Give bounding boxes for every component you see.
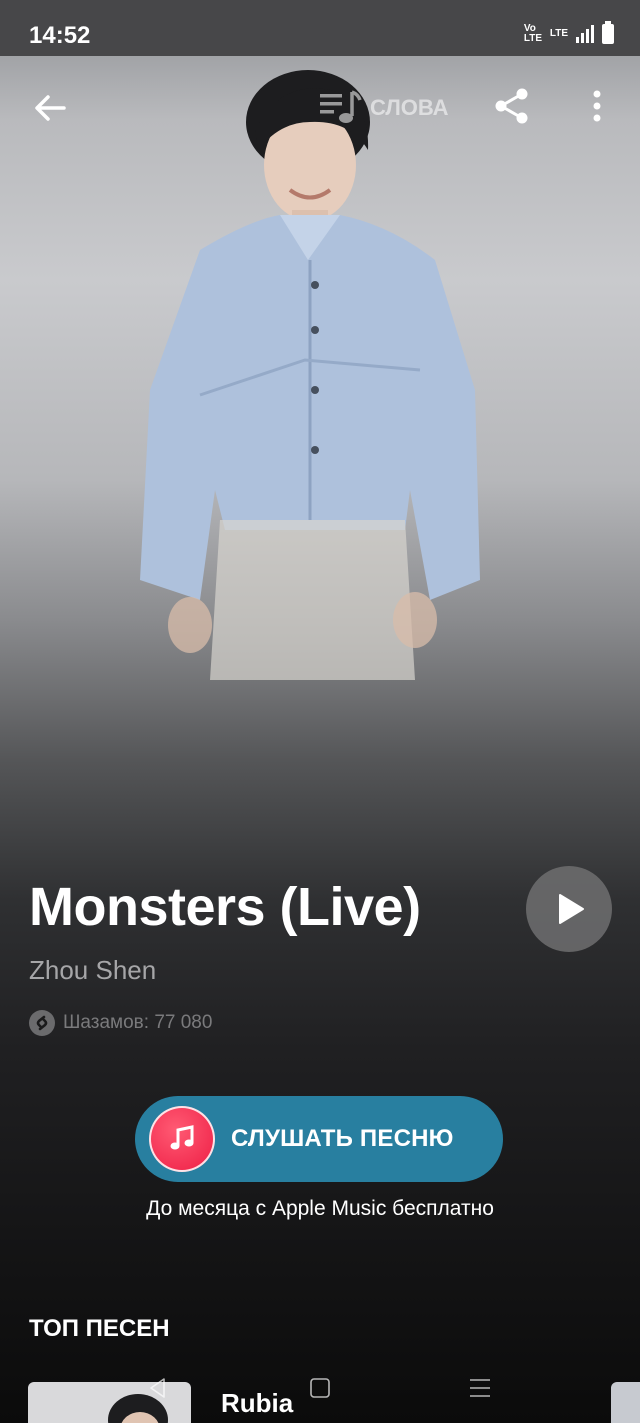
back-button[interactable] [30, 88, 70, 128]
apple-music-logo [149, 1106, 215, 1172]
system-nav-bar [0, 1360, 640, 1423]
back-arrow-icon [35, 95, 66, 121]
lyrics-icon [320, 90, 362, 123]
nav-home-icon [310, 1378, 330, 1398]
signal-icon [576, 25, 594, 43]
music-note-icon [170, 1125, 194, 1150]
shazam-count-text: Шазамов: 77 080 [63, 1012, 213, 1033]
status-time: 14:52 [29, 22, 91, 49]
top-songs-heading: ТОП ПЕСЕН [29, 1315, 170, 1342]
apple-music-offer: До месяца с Apple Music бесплатно [146, 1197, 494, 1220]
share-button[interactable] [492, 86, 532, 126]
lyrics-button[interactable]: СЛОВА [318, 86, 449, 130]
nav-menu-icon [470, 1379, 490, 1397]
shazam-icon [29, 1010, 55, 1036]
shazam-count: Шазамов: 77 080 [29, 1010, 212, 1036]
status-bar: 14:52 Vo LTE LTE [0, 0, 640, 56]
listen-song-label: СЛУШАТЬ ПЕСНЮ [231, 1125, 454, 1152]
nav-back-button[interactable] [138, 1368, 178, 1408]
artist-photo [140, 70, 480, 680]
share-icon [495, 88, 528, 124]
listen-song-button[interactable]: СЛУШАТЬ ПЕСНЮ [135, 1096, 503, 1182]
play-icon [559, 894, 584, 924]
nav-back-icon [150, 1378, 165, 1398]
volte-icon: Vo LTE [523, 23, 542, 44]
nav-menu-button[interactable] [460, 1368, 500, 1408]
artist-name[interactable]: Zhou Shen [29, 955, 156, 986]
track-title: Monsters (Live) [29, 877, 421, 937]
more-vert-icon [593, 90, 601, 122]
battery-icon [602, 21, 614, 44]
play-button[interactable] [526, 866, 612, 952]
nav-home-button[interactable] [300, 1368, 340, 1408]
top-action-bar: СЛОВА [0, 70, 640, 146]
more-options-button[interactable] [584, 86, 610, 126]
lyrics-label: СЛОВА [370, 95, 449, 120]
lte-icon: LTE [549, 28, 568, 39]
status-icons: Vo LTE LTE [523, 21, 614, 44]
